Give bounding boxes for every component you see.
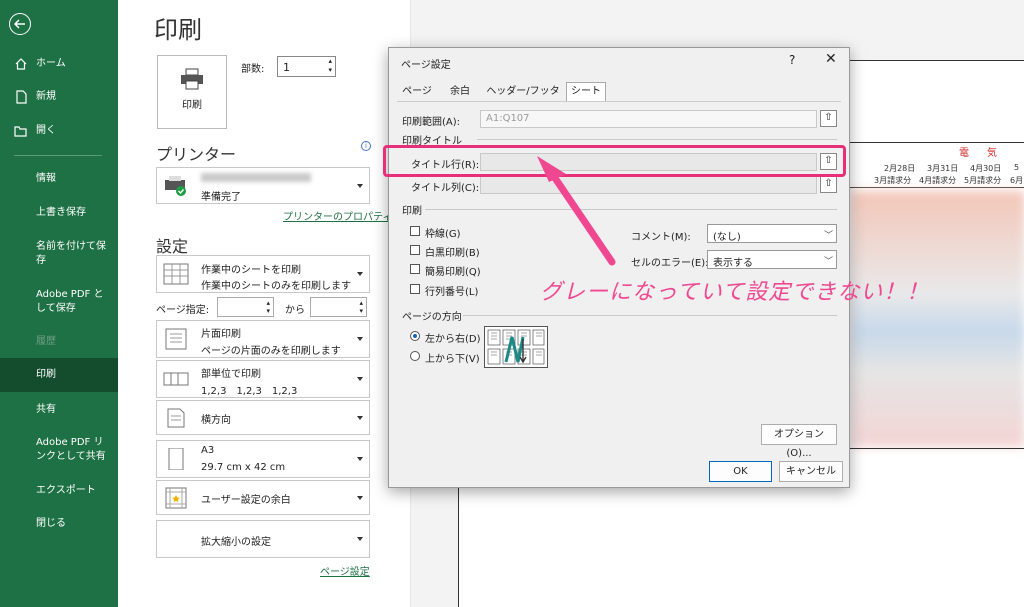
annotation-text: グレーになっていて設定できない！！ [540,280,930,305]
